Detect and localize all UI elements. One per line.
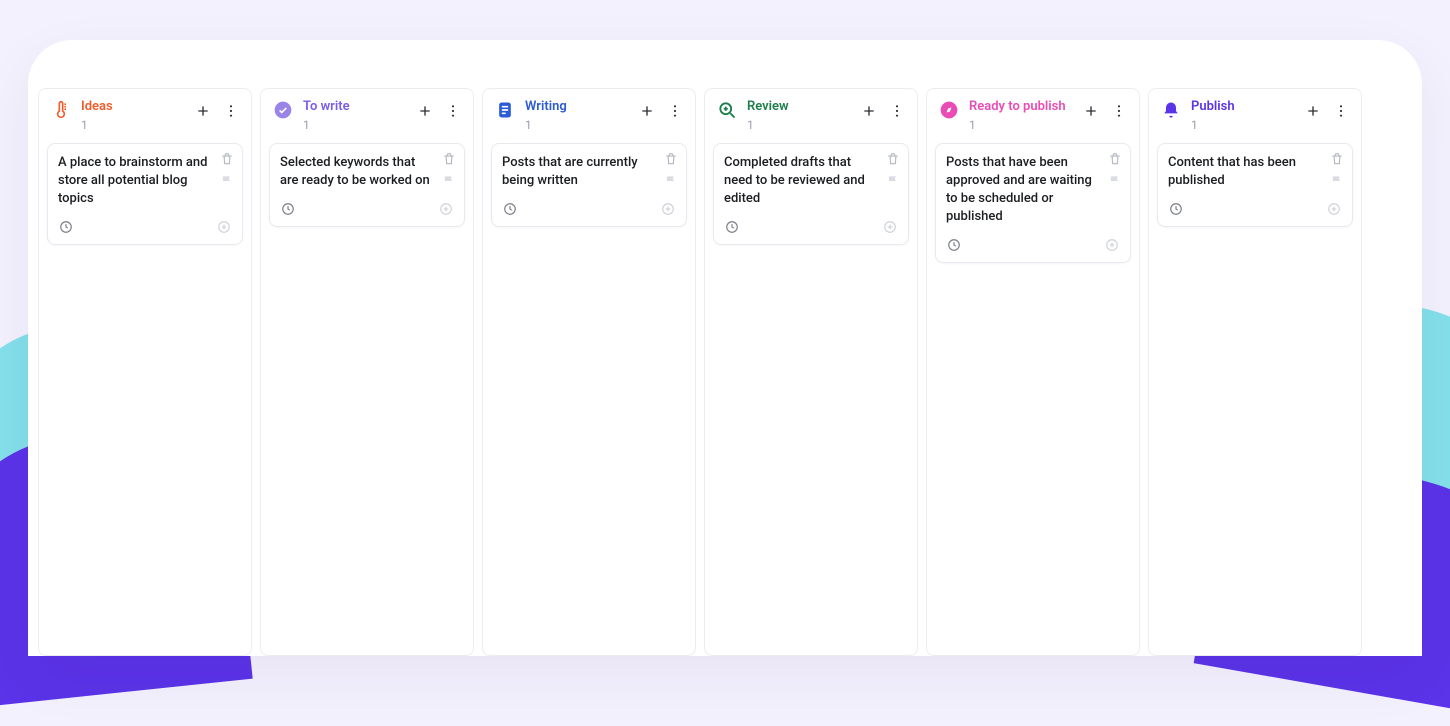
clock-icon[interactable] (1168, 201, 1184, 217)
add-subtask-icon[interactable] (882, 219, 898, 235)
task-card[interactable]: A place to brainstorm and store all pote… (47, 143, 243, 245)
add-card-button[interactable] (1301, 99, 1325, 123)
trash-icon[interactable] (440, 150, 458, 168)
flag-icon[interactable] (884, 172, 902, 190)
column-menu-button[interactable] (1329, 99, 1353, 123)
column-menu-button[interactable] (663, 99, 687, 123)
column-count: 1 (303, 117, 403, 133)
clock-icon[interactable] (502, 201, 518, 217)
add-card-button[interactable] (857, 99, 881, 123)
card-title: Selected keywords that are ready to be w… (280, 154, 454, 190)
card-title: Completed drafts that need to be reviewe… (724, 154, 898, 208)
document-icon (495, 100, 515, 120)
add-subtask-icon[interactable] (660, 201, 676, 217)
add-subtask-icon[interactable] (438, 201, 454, 217)
card-footer (502, 200, 676, 218)
thermometer-icon (51, 100, 71, 120)
flag-icon[interactable] (1328, 172, 1346, 190)
column-title: To write (303, 99, 403, 115)
trash-icon[interactable] (662, 150, 680, 168)
column-header: Writing 1 (483, 89, 695, 143)
card-footer (280, 200, 454, 218)
column-title: Publish (1191, 99, 1291, 115)
column-writing[interactable]: Writing 1 Posts that are currently being… (482, 88, 696, 656)
column-menu-button[interactable] (441, 99, 465, 123)
column-title: Ideas (81, 99, 181, 115)
card-footer (58, 218, 232, 236)
clock-icon[interactable] (946, 237, 962, 253)
column-title: Review (747, 99, 847, 115)
clock-icon[interactable] (280, 201, 296, 217)
column-menu-button[interactable] (219, 99, 243, 123)
column-count: 1 (969, 117, 1069, 133)
card-footer (946, 236, 1120, 254)
column-to-write[interactable]: To write 1 Selected keywords that are re… (260, 88, 474, 656)
flag-icon[interactable] (662, 172, 680, 190)
clock-icon[interactable] (58, 219, 74, 235)
add-card-button[interactable] (413, 99, 437, 123)
bell-icon (1161, 100, 1181, 120)
column-ready-to-publish[interactable]: Ready to publish 1 Posts that have been … (926, 88, 1140, 656)
column-header: Review 1 (705, 89, 917, 143)
column-menu-button[interactable] (885, 99, 909, 123)
add-subtask-icon[interactable] (1104, 237, 1120, 253)
column-title: Writing (525, 99, 625, 115)
trash-icon[interactable] (1106, 150, 1124, 168)
column-header: Ready to publish 1 (927, 89, 1139, 143)
task-card[interactable]: Posts that have been approved and are wa… (935, 143, 1131, 263)
flag-icon[interactable] (440, 172, 458, 190)
column-title: Ready to publish (969, 99, 1069, 115)
card-footer (1168, 200, 1342, 218)
kanban-board: Ideas 1 A place to brainstorm and store … (28, 88, 1422, 656)
card-title: Posts that are currently being written (502, 154, 676, 190)
card-title: Posts that have been approved and are wa… (946, 154, 1120, 226)
column-count: 1 (747, 117, 847, 133)
add-subtask-icon[interactable] (216, 219, 232, 235)
add-subtask-icon[interactable] (1326, 201, 1342, 217)
column-header: Ideas 1 (39, 89, 251, 143)
column-count: 1 (1191, 117, 1291, 133)
add-card-button[interactable] (1079, 99, 1103, 123)
kanban-panel: Ideas 1 A place to brainstorm and store … (28, 40, 1422, 656)
check-circle-icon (273, 100, 293, 120)
flag-icon[interactable] (218, 172, 236, 190)
task-card[interactable]: Selected keywords that are ready to be w… (269, 143, 465, 227)
task-card[interactable]: Posts that are currently being written (491, 143, 687, 227)
task-card[interactable]: Completed drafts that need to be reviewe… (713, 143, 909, 245)
column-header: To write 1 (261, 89, 473, 143)
trash-icon[interactable] (218, 150, 236, 168)
task-card[interactable]: Content that has been published (1157, 143, 1353, 227)
compass-icon (939, 100, 959, 120)
column-header: Publish 1 (1149, 89, 1361, 143)
column-count: 1 (81, 117, 181, 133)
card-title: A place to brainstorm and store all pote… (58, 154, 232, 208)
flag-icon[interactable] (1106, 172, 1124, 190)
column-ideas[interactable]: Ideas 1 A place to brainstorm and store … (38, 88, 252, 656)
card-footer (724, 218, 898, 236)
search-plus-icon (717, 100, 737, 120)
column-review[interactable]: Review 1 Completed drafts that need to b… (704, 88, 918, 656)
column-publish[interactable]: Publish 1 Content that has been publishe… (1148, 88, 1362, 656)
add-card-button[interactable] (635, 99, 659, 123)
trash-icon[interactable] (1328, 150, 1346, 168)
card-title: Content that has been published (1168, 154, 1342, 190)
add-card-button[interactable] (191, 99, 215, 123)
column-menu-button[interactable] (1107, 99, 1131, 123)
clock-icon[interactable] (724, 219, 740, 235)
column-count: 1 (525, 117, 625, 133)
trash-icon[interactable] (884, 150, 902, 168)
